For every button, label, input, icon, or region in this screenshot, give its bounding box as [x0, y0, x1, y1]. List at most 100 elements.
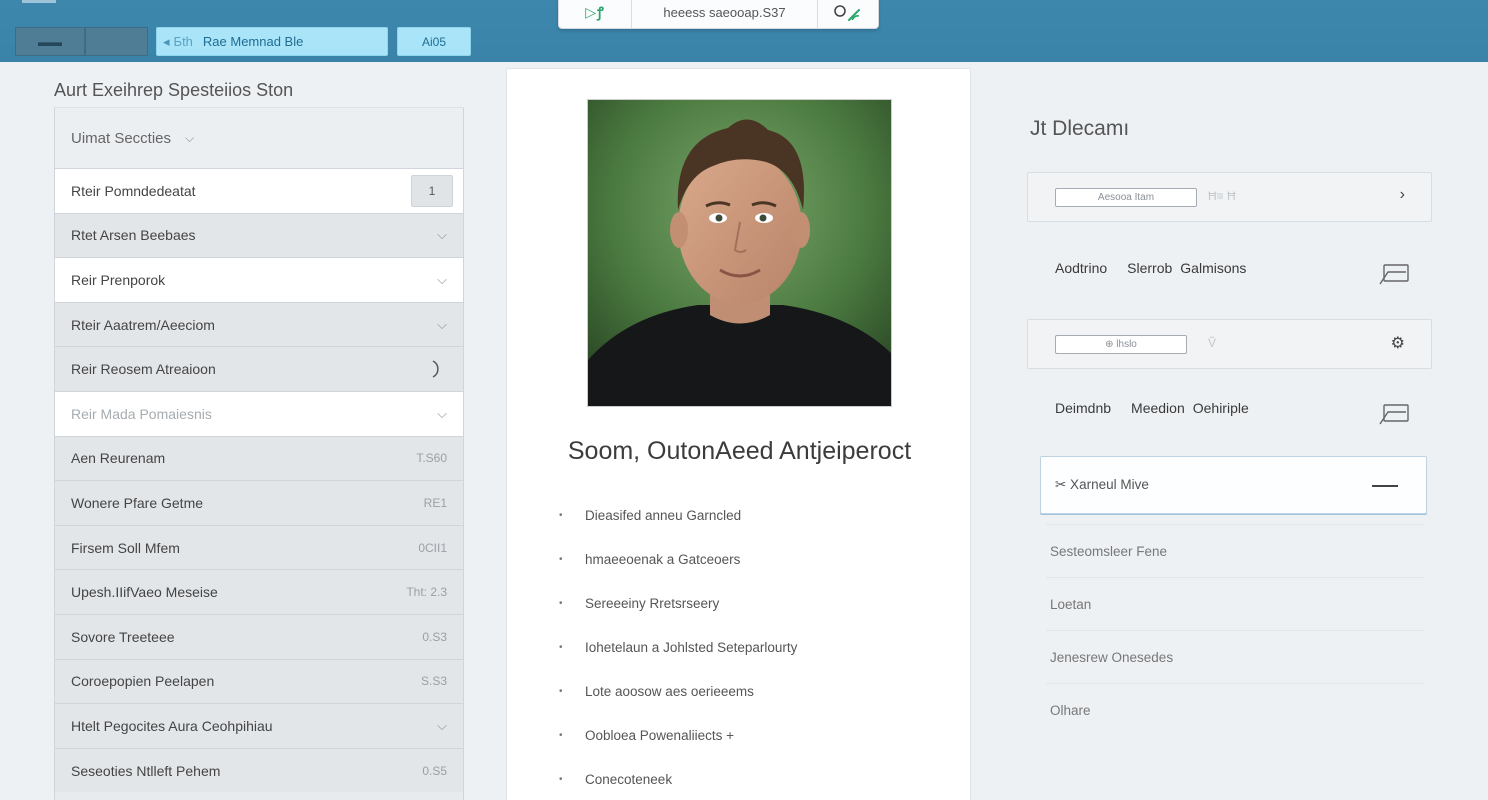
search-link-button[interactable]	[818, 0, 878, 28]
feature-item-text: hmaeeoenak a Gatceoers	[585, 551, 741, 567]
info-2-c: Oehiriple	[1192, 400, 1249, 416]
list-item-label: Reir Mada Pomaiesnis	[71, 405, 212, 422]
toolbar-button-1[interactable]: ▬▬	[15, 27, 85, 56]
right-panel-title: Jt Dlecamı	[1030, 117, 1130, 140]
list-item-label: Reir Reosem Atreaioon	[71, 361, 216, 378]
card-icon[interactable]	[1378, 262, 1410, 286]
settings-gear-icon[interactable]: ⚙	[1391, 333, 1405, 353]
filter-input-1[interactable]: Aesooa Itam	[1055, 188, 1197, 207]
profile-photo	[587, 99, 892, 407]
bullet-icon: •	[559, 641, 563, 653]
list-item[interactable]: Rteir Aaatrem/Aeeciom ⌵	[55, 301, 463, 347]
right-list: Sesteomsleer Fene Loetan Jenesrew Onesedes…	[1046, 524, 1424, 736]
list-item-label: Aen Reurenam	[71, 450, 166, 467]
play-button[interactable]: ▷ꝭ	[559, 0, 632, 28]
list-item-value: 0CII1	[418, 540, 447, 555]
list-item[interactable]: Firsem Soll Mfem 0CII1	[55, 524, 463, 570]
info-2-b: Meedion	[1131, 400, 1185, 416]
feature-item: • hmaeeoenak a Gatceoers	[559, 537, 959, 581]
toolbar-button-2[interactable]	[85, 27, 148, 56]
settings-list: Uimat Seccties ⌵ Rteir Pomndedeatat 1 Rtet…	[54, 108, 464, 800]
list-item[interactable]: Upesh.IIifVaeo Meseise Tht: 2.3	[55, 569, 463, 614]
info-line-1: Aodtrino Slerrob Galmisons	[1055, 260, 1266, 276]
list-item-label: Upesh.IIifVaeo Meseise	[71, 584, 218, 601]
info-line-2: Deimdnb Meedion Oehiriple	[1055, 400, 1269, 416]
list-item-value: RE1	[423, 495, 447, 510]
list-item-label: Firsem Soll Mfem	[71, 539, 180, 556]
filter-options-2: Ṽ	[1208, 336, 1217, 350]
back-arrow-icon: ◂	[163, 33, 170, 49]
feature-item: • Sereeeiny Rretsrseery	[559, 581, 959, 625]
list-item[interactable]: Aen Reurenam T.S60	[55, 435, 463, 481]
chevron-down-icon[interactable]: ⌵	[437, 718, 447, 734]
chevron-down-icon[interactable]: ⌵	[437, 227, 447, 243]
list-item-label: Rteir Aaatrem/Aeeciom	[71, 316, 215, 333]
play-icon: ▷ꝭ	[585, 4, 605, 20]
right-list-item[interactable]: Loetan	[1046, 577, 1424, 630]
bullet-icon: •	[559, 509, 563, 521]
filter-options-1: Ħ≡ Ħ	[1208, 189, 1236, 203]
list-item-value: T.S60	[416, 451, 447, 466]
list-item[interactable]: Reir Mada Pomaiesnis ⌵	[55, 390, 463, 436]
bullet-icon: •	[559, 729, 563, 741]
menu-icon: ▬▬	[38, 34, 62, 49]
list-item-label: Seseoties Ntlleft Pehem	[71, 762, 221, 779]
selected-item[interactable]: ✂ Xarneul Mive	[1040, 456, 1427, 514]
search-icon	[834, 4, 860, 21]
section-dropdown-label: Uimat Seccties	[71, 129, 172, 147]
spinner-icon	[432, 360, 439, 378]
info-1-a: Aodtrino	[1055, 260, 1108, 276]
list-item[interactable]: Seseoties Ntlleft Pehem 0.S5	[55, 747, 463, 793]
toolbar-action-button[interactable]: Ai05	[397, 27, 471, 56]
portrait-image	[588, 100, 891, 406]
filter-box-2: ⊕ lhslo Ṽ ⚙	[1027, 319, 1432, 369]
info-2-a: Deimdnb	[1055, 400, 1112, 416]
list-item-value: 0.S5	[422, 763, 447, 778]
card-icon-2[interactable]	[1378, 402, 1410, 426]
list-item[interactable]: Htelt Pegocites Aura Ceohpihiau ⌵	[55, 703, 463, 748]
feature-item-text: Dieasifed anneu Garncled	[585, 507, 742, 523]
list-item-value: Tht: 2.3	[406, 585, 447, 600]
chevron-down-icon[interactable]: ⌵	[437, 317, 447, 333]
chevron-right-icon[interactable]: ›	[1400, 186, 1405, 204]
feature-list: • Dieasifed anneu Garncled • hmaeeoenak a G…	[559, 493, 959, 800]
list-item[interactable]: Coroepopien Peelapen S.S3	[55, 658, 463, 704]
list-item[interactable]: Rtet Arsen Beebaes ⌵	[55, 212, 463, 258]
list-item-value: 0.S3	[422, 629, 447, 644]
info-1-c: Galmisons	[1180, 260, 1247, 276]
list-item[interactable]: Rteir Pomndedeatat 1	[55, 168, 463, 213]
chevron-down-icon[interactable]: ⌵	[437, 406, 447, 422]
count-badge[interactable]: 1	[411, 174, 453, 207]
bullet-icon: •	[559, 553, 563, 565]
info-1-b: Slerrob	[1127, 260, 1173, 276]
path-field[interactable]: ◂ Бth Rae Memnad Ble	[156, 27, 388, 56]
list-item[interactable]: Reir Prenporok ⌵	[55, 257, 463, 302]
feature-item-text: Conecoteneek	[585, 771, 673, 787]
filter-box-1: Aesooa Itam Ħ≡ Ħ ›	[1027, 172, 1432, 222]
right-list-item[interactable]: Jenesrew Onesedes	[1046, 630, 1424, 683]
list-item-value: S.S3	[420, 674, 447, 689]
list-item-label: Sovore Treeteee	[71, 628, 175, 645]
feature-item-text: Oobloea Powenaliiects +	[585, 727, 734, 743]
feature-item-text: Sereeeiny Rretsrseery	[585, 595, 720, 611]
left-panel-title: Aurt Exeihrep Spesteiios Ston	[54, 80, 294, 100]
right-list-item[interactable]: Olhare	[1046, 683, 1424, 736]
feature-item: • Conecoteneek	[559, 757, 959, 800]
top-toolbar: ▬▬ ◂ Бth Rae Memnad Ble Ai05 ▷ꝭ heeess s…	[0, 0, 1488, 62]
collapse-icon[interactable]	[1372, 485, 1398, 487]
selected-item-label: ✂ Xarneul Mive	[1055, 477, 1149, 492]
list-item[interactable]: Sovore Treeteee 0.S3	[55, 613, 463, 659]
bullet-icon: •	[559, 685, 563, 697]
list-item[interactable]: Wonere Pfare Getme RE1	[55, 480, 463, 525]
chevron-down-icon: ⌵	[185, 130, 195, 145]
path-label: Rae Memnad Ble	[202, 34, 304, 49]
list-item-label: Htelt Pegocites Aura Ceohpihiau	[71, 717, 273, 734]
card-title: Soom, OutonAeed Antjeiperoct	[567, 437, 912, 465]
list-item[interactable]: Reir Reosem Atreaioon	[55, 346, 463, 391]
right-list-item[interactable]: Sesteomsleer Fene	[1046, 524, 1424, 577]
chevron-down-icon[interactable]: ⌵	[437, 272, 447, 288]
section-dropdown[interactable]: Uimat Seccties ⌵	[55, 108, 463, 168]
filter-input-2[interactable]: ⊕ lhslo	[1055, 335, 1187, 354]
bullet-icon: •	[559, 773, 563, 785]
feature-item: • Oobloea Powenaliiects +	[559, 713, 959, 757]
